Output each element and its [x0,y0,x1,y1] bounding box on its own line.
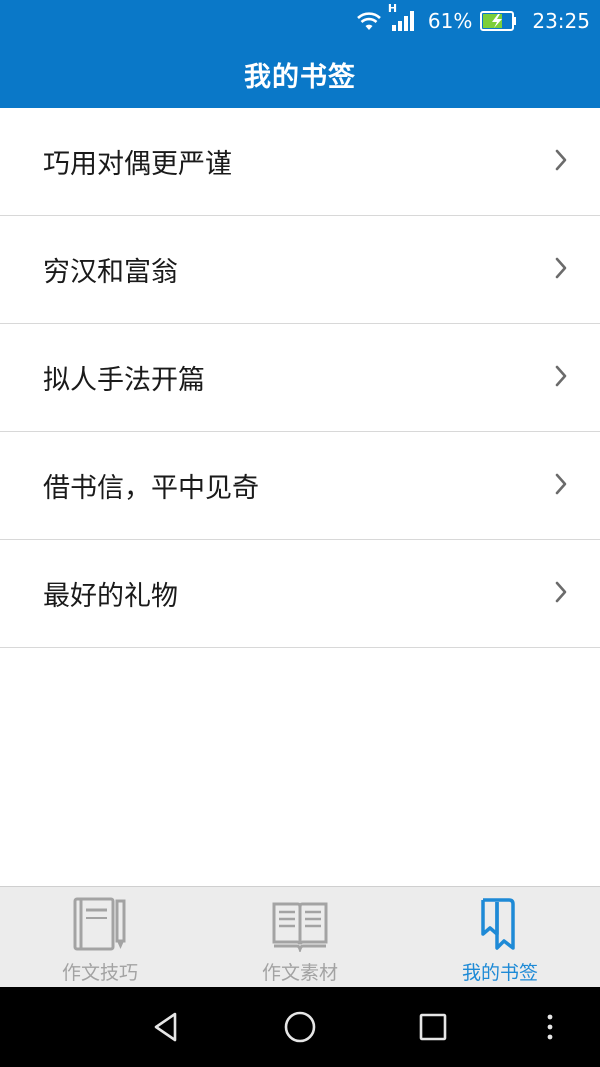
chevron-right-icon [554,364,568,392]
list-item[interactable]: 拟人手法开篇 [0,324,600,432]
clock: 23:25 [532,9,590,33]
signal-icon: H [388,2,416,32]
tab-writing-skills[interactable]: 作文技巧 [0,887,200,988]
bookmark-list: 巧用对偶更严谨 穷汉和富翁 拟人手法开篇 借书信，平中见奇 最好的礼物 [0,108,600,648]
tab-label: 作文素材 [261,962,338,984]
battery-charging-icon [480,10,518,32]
list-item[interactable]: 巧用对偶更严谨 [0,108,600,216]
list-item-label: 最好的礼物 [43,581,178,612]
bottom-tab-bar: 作文技巧 作文素材 我的书签 [0,886,600,988]
list-item-label: 巧用对偶更严谨 [43,149,232,180]
chevron-right-icon [554,148,568,176]
open-book-icon [271,896,329,956]
home-icon[interactable] [282,1009,318,1045]
list-item[interactable]: 借书信，平中见奇 [0,432,600,540]
header: 我的书签 [0,40,600,108]
system-nav-bar [0,987,600,1067]
wifi-icon [356,10,382,32]
tab-label: 我的书签 [461,962,538,984]
list-item[interactable]: 最好的礼物 [0,540,600,648]
status-icons: H 61% 23:25 [356,2,590,35]
battery-percent: 61% [427,9,473,33]
list-item[interactable]: 穷汉和富翁 [0,216,600,324]
bookmark-icon [471,896,529,956]
chevron-right-icon [554,580,568,608]
chevron-right-icon [554,256,568,284]
list-item-label: 借书信，平中见奇 [43,473,259,504]
more-icon[interactable] [532,1009,568,1045]
status-bar: H 61% 23:25 [0,0,600,40]
chevron-right-icon [554,472,568,500]
back-icon[interactable] [148,1009,184,1045]
list-item-label: 穷汉和富翁 [43,257,178,288]
tab-writing-materials[interactable]: 作文素材 [200,887,400,988]
list-item-label: 拟人手法开篇 [43,365,205,396]
tab-my-bookmarks[interactable]: 我的书签 [400,887,600,988]
recents-icon[interactable] [415,1009,451,1045]
page-title: 我的书签 [244,61,356,93]
tab-label: 作文技巧 [61,962,138,984]
network-type: H [387,2,398,15]
notebook-pen-icon [71,896,129,956]
